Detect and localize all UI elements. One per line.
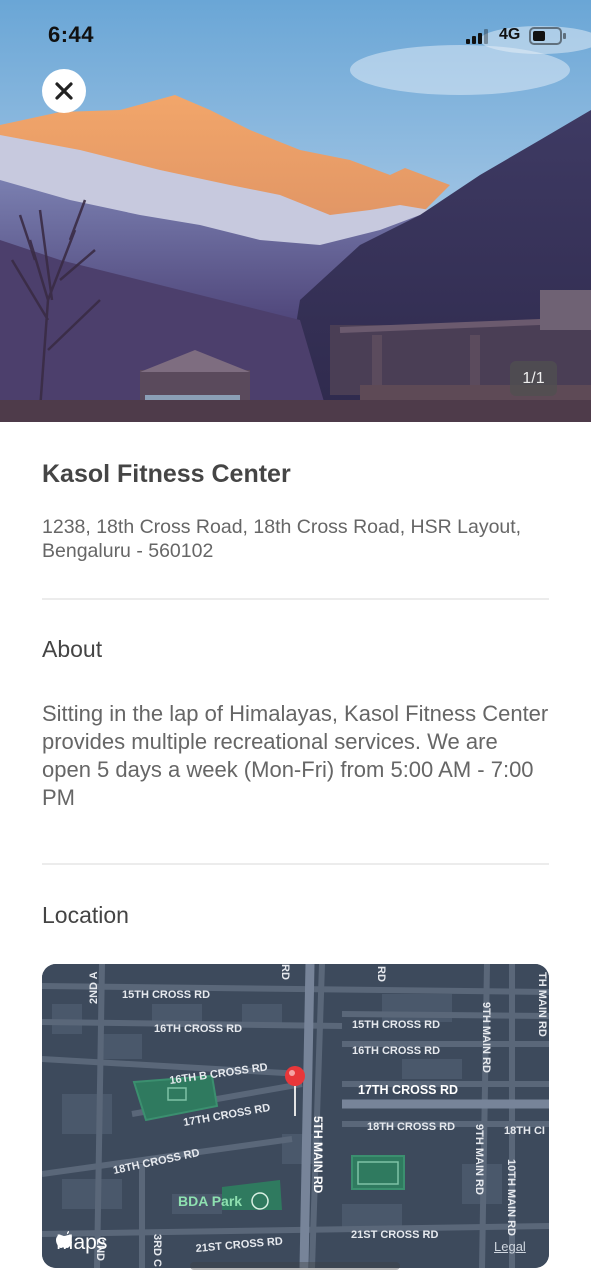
map-label: 2ND A bbox=[88, 971, 100, 1004]
network-type: 4G bbox=[499, 26, 521, 43]
map-label: 18TH CROSS RD bbox=[112, 1147, 201, 1177]
place-title: Kasol Fitness Center bbox=[42, 460, 291, 488]
map-label: 15TH CROSS RD bbox=[352, 1019, 440, 1031]
about-text: Sitting in the lap of Himalayas, Kasol F… bbox=[42, 701, 549, 810]
map-label: 10TH MAIN RD bbox=[505, 1159, 517, 1236]
map-label: 15TH CROSS RD bbox=[122, 989, 210, 1001]
battery-icon bbox=[529, 27, 566, 45]
hero-photo[interactable]: 6:44 4G 1/1 bbox=[0, 0, 591, 422]
map-label: 16TH CROSS RD bbox=[154, 1023, 242, 1035]
status-time: 6:44 bbox=[48, 22, 95, 47]
map-label: RD bbox=[375, 966, 387, 982]
map-labels: 15TH CROSS RD 16TH CROSS RD 15TH CROSS R… bbox=[88, 964, 548, 1267]
map-label: 16TH CROSS RD bbox=[352, 1045, 440, 1057]
photo-counter: 1/1 bbox=[510, 361, 557, 396]
map-label: 21ST CROSS RD bbox=[195, 1235, 283, 1255]
park-label: BDA Park bbox=[178, 1193, 242, 1209]
map-label: RD bbox=[279, 964, 291, 980]
status-bar: 6:44 4G bbox=[0, 0, 591, 70]
divider bbox=[42, 598, 549, 600]
map-label: 18TH CI bbox=[504, 1125, 545, 1137]
map-label: TH MAIN RD bbox=[536, 972, 548, 1037]
apple-icon bbox=[56, 1231, 72, 1248]
close-button[interactable] bbox=[42, 69, 86, 113]
place-address: 1238, 18th Cross Road, 18th Cross Road, … bbox=[42, 516, 522, 562]
map-label: 9TH MAIN RD bbox=[473, 1124, 485, 1195]
close-icon bbox=[55, 82, 73, 100]
map-label: 17TH CROSS RD bbox=[182, 1102, 271, 1129]
about-heading: About bbox=[42, 636, 103, 662]
map-label: 17TH CROSS RD bbox=[358, 1083, 458, 1097]
apple-maps-logo: Maps bbox=[56, 1231, 107, 1255]
map-label: 9TH MAIN RD bbox=[480, 1002, 492, 1073]
divider bbox=[42, 863, 549, 865]
map-label: 5TH MAIN RD bbox=[311, 1116, 325, 1194]
map-label: 16TH B CROSS RD bbox=[169, 1061, 269, 1087]
home-indicator[interactable] bbox=[190, 1262, 400, 1270]
location-map[interactable]: 15TH CROSS RD 16TH CROSS RD 15TH CROSS R… bbox=[42, 964, 549, 1268]
cellular-signal-icon bbox=[466, 29, 488, 44]
location-heading: Location bbox=[42, 902, 129, 928]
map-label: 18TH CROSS RD bbox=[367, 1121, 455, 1133]
map-label: 3RD C bbox=[151, 1234, 163, 1267]
legal-link[interactable]: Legal bbox=[494, 1239, 526, 1254]
map-label: 21ST CROSS RD bbox=[351, 1229, 438, 1241]
